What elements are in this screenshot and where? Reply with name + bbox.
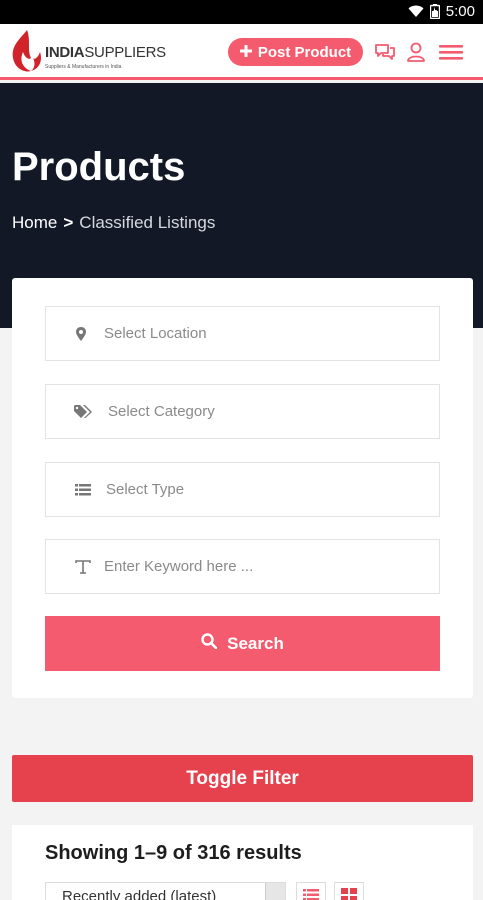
location-select[interactable]: Select Location (45, 306, 440, 361)
location-placeholder: Select Location (104, 325, 207, 342)
filter-card: Select Location Select Category Select T… (12, 278, 473, 698)
search-button[interactable]: Search (45, 616, 440, 671)
list-icon (74, 481, 92, 499)
tags-icon (74, 403, 94, 421)
post-product-label: Post Product (257, 43, 352, 61)
search-label: Search (227, 633, 284, 653)
app-header: INDIASUPPLIERS Suppliers & Manufacturers… (0, 24, 483, 80)
category-placeholder: Select Category (108, 403, 215, 420)
flame-logo-icon (12, 30, 41, 72)
text-icon (74, 558, 92, 576)
category-select[interactable]: Select Category (45, 384, 440, 439)
sort-select[interactable]: Recently added (latest) (45, 882, 286, 900)
breadcrumb-separator: > (63, 213, 74, 232)
page-title: Products (12, 145, 186, 189)
results-panel: Showing 1–9 of 316 results Recently adde… (12, 825, 473, 900)
search-icon (201, 633, 218, 654)
results-summary: Showing 1–9 of 316 results (45, 842, 302, 864)
grid-view-icon (341, 887, 357, 900)
keyword-placeholder: Enter Keyword here ... (104, 558, 254, 575)
list-view-icon (303, 888, 319, 900)
battery-icon (429, 4, 440, 19)
sort-selected-value: Recently added (latest) (62, 888, 217, 900)
plus-icon (239, 44, 252, 61)
logo-wordmark: INDIASUPPLIERS (45, 44, 166, 61)
chat-icon[interactable] (373, 40, 397, 64)
type-select[interactable]: Select Type (45, 462, 440, 517)
breadcrumb-current: Classified Listings (79, 213, 216, 232)
type-placeholder: Select Type (106, 481, 185, 498)
status-bar: 5:00 (0, 0, 483, 24)
keyword-input[interactable]: Enter Keyword here ... (45, 539, 440, 594)
wifi-icon (408, 5, 424, 18)
list-view-button[interactable] (296, 882, 326, 900)
breadcrumb-home[interactable]: Home (12, 213, 57, 233)
map-pin-icon (72, 325, 90, 343)
toggle-filter-button[interactable]: Toggle Filter (12, 755, 473, 802)
clock-time: 5:00 (445, 3, 475, 20)
grid-view-button[interactable] (334, 882, 364, 900)
menu-icon[interactable] (438, 40, 464, 64)
post-product-button[interactable]: Post Product (228, 38, 363, 66)
chevron-down-icon (265, 883, 285, 900)
site-logo[interactable]: INDIASUPPLIERS Suppliers & Manufacturers… (9, 28, 166, 76)
breadcrumb: Home > Classified Listings (12, 213, 215, 233)
logo-tagline: Suppliers & Manufacturers in India (45, 64, 122, 70)
user-icon[interactable] (404, 40, 428, 64)
